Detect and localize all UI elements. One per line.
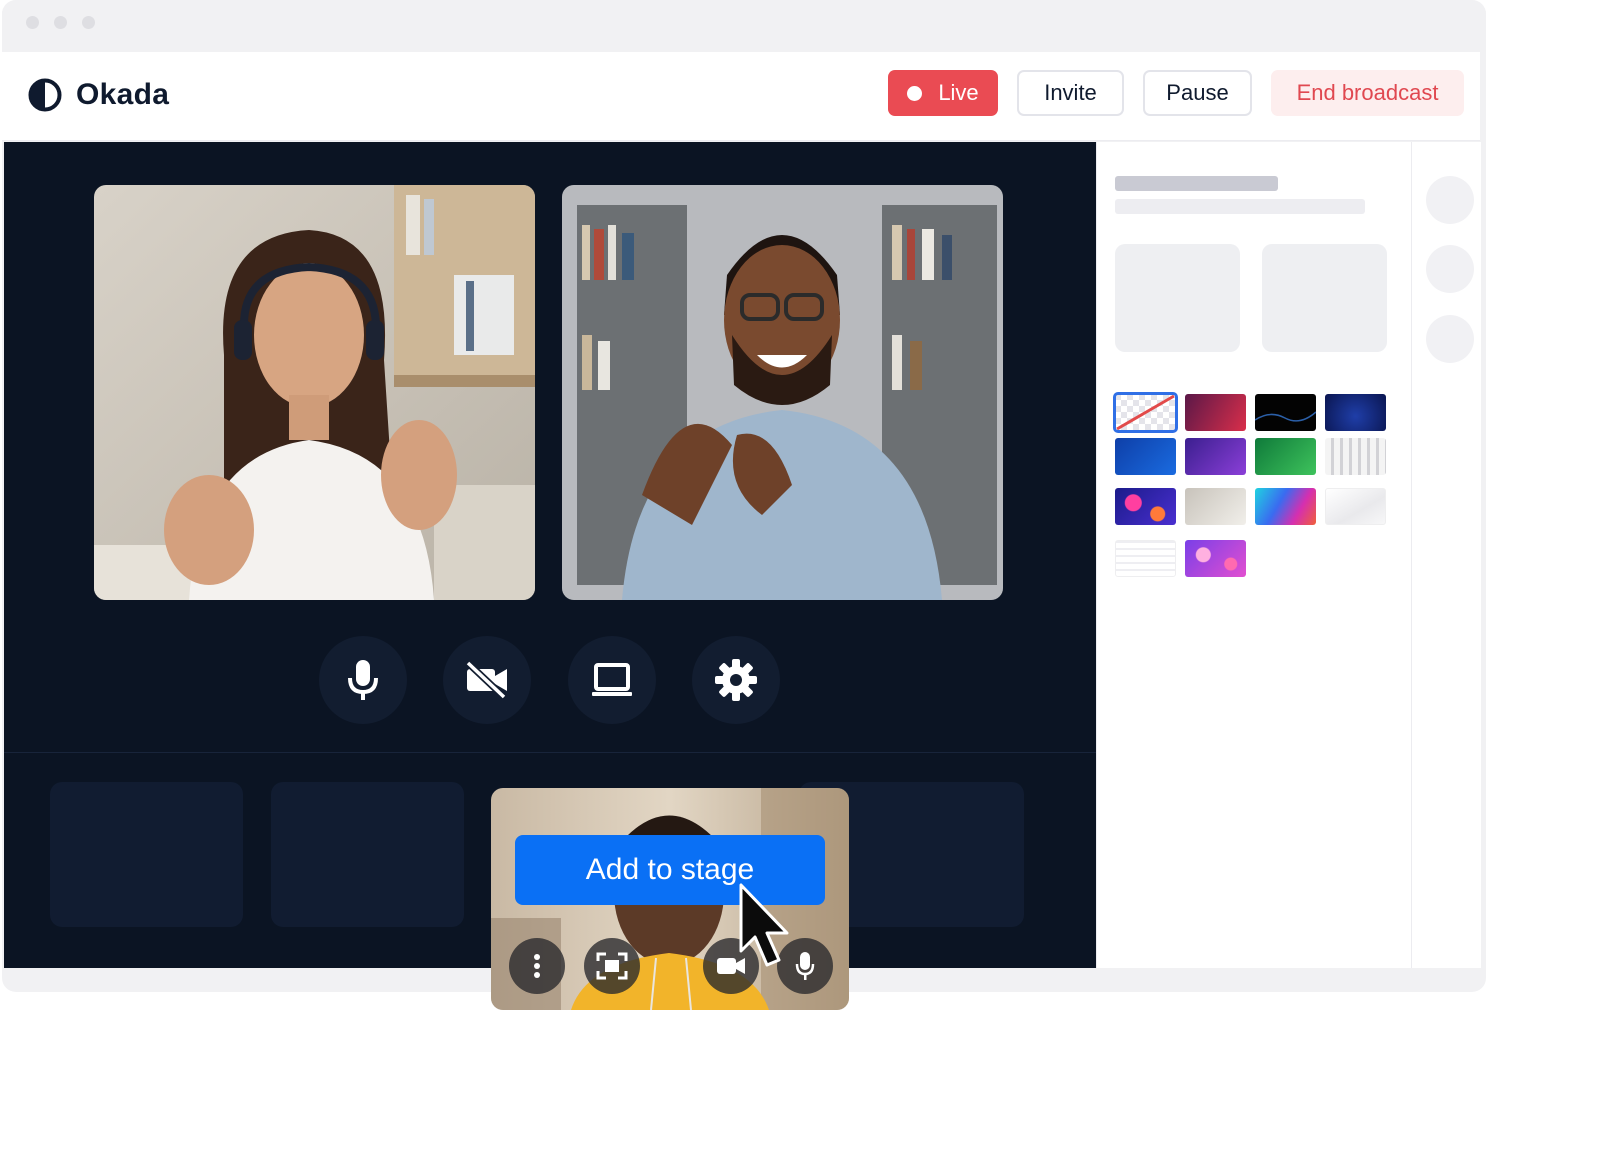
background-swatch-none[interactable] — [1113, 392, 1178, 433]
layout-option-card[interactable] — [1262, 244, 1387, 352]
half-circle-logo-icon — [28, 78, 62, 112]
background-swatch-neon-bubbles[interactable] — [1115, 488, 1176, 525]
mic-icon — [795, 952, 815, 980]
logo[interactable]: Okada — [28, 78, 169, 112]
guest-frame-button[interactable] — [584, 938, 640, 994]
background-swatch-dark-wave[interactable] — [1255, 394, 1316, 431]
screen-share-button[interactable] — [568, 636, 656, 724]
more-icon — [534, 954, 540, 978]
rail-button[interactable] — [1426, 245, 1474, 293]
camera-off-icon — [465, 660, 507, 700]
guest-more-button[interactable] — [509, 938, 565, 994]
mic-icon — [348, 660, 378, 700]
participant-video-1[interactable] — [94, 185, 535, 600]
backstage-slot[interactable] — [50, 782, 243, 927]
pause-button[interactable]: Pause — [1143, 70, 1252, 116]
background-swatch-navy[interactable] — [1325, 394, 1386, 431]
window-dot[interactable] — [54, 16, 67, 29]
side-rail — [1411, 142, 1481, 968]
live-button[interactable]: Live — [888, 70, 998, 116]
background-swatch-rainbow[interactable] — [1255, 488, 1316, 525]
settings-panel — [1096, 142, 1411, 968]
settings-button[interactable] — [692, 636, 780, 724]
background-swatch-grey-gradient[interactable] — [1185, 488, 1246, 525]
gear-icon — [715, 659, 757, 701]
stage-divider — [4, 752, 1096, 753]
background-swatch-white-texture[interactable] — [1115, 540, 1176, 577]
rail-button[interactable] — [1426, 176, 1474, 224]
rail-button[interactable] — [1426, 315, 1474, 363]
app-name: Okada — [76, 78, 170, 111]
window-titlebar — [2, 0, 1486, 52]
panel-title-placeholder — [1115, 176, 1278, 191]
microphone-button[interactable] — [319, 636, 407, 724]
window-dot[interactable] — [26, 16, 39, 29]
woman-headphones-video — [94, 185, 535, 600]
record-dot-icon — [907, 85, 923, 101]
frame-icon — [596, 952, 628, 980]
invite-button[interactable]: Invite — [1017, 70, 1124, 116]
end-broadcast-button[interactable]: End broadcast — [1271, 70, 1464, 116]
no-background-icon — [1116, 394, 1175, 431]
layout-option-card[interactable] — [1115, 244, 1240, 352]
background-swatch-white-stripes[interactable] — [1325, 438, 1386, 475]
background-swatch-blue[interactable] — [1115, 438, 1176, 475]
wave-icon — [1255, 411, 1316, 422]
app-header: Okada Live Invite Pause End broadcast — [2, 52, 1480, 141]
window-dot[interactable] — [82, 16, 95, 29]
background-swatch-pink-bubbles[interactable] — [1185, 540, 1246, 577]
live-label: Live — [938, 80, 979, 105]
man-glasses-video — [562, 185, 1003, 600]
mouse-cursor-icon — [739, 883, 789, 967]
laptop-icon — [592, 663, 632, 696]
background-swatch-light-geometric[interactable] — [1325, 488, 1386, 525]
background-swatch-purple[interactable] — [1185, 438, 1246, 475]
panel-subtitle-placeholder — [1115, 199, 1365, 214]
background-swatch-crimson[interactable] — [1185, 394, 1246, 431]
camera-toggle-button[interactable] — [443, 636, 531, 724]
participant-video-2[interactable] — [562, 185, 1003, 600]
background-swatch-green[interactable] — [1255, 438, 1316, 475]
backstage-slot[interactable] — [271, 782, 464, 927]
